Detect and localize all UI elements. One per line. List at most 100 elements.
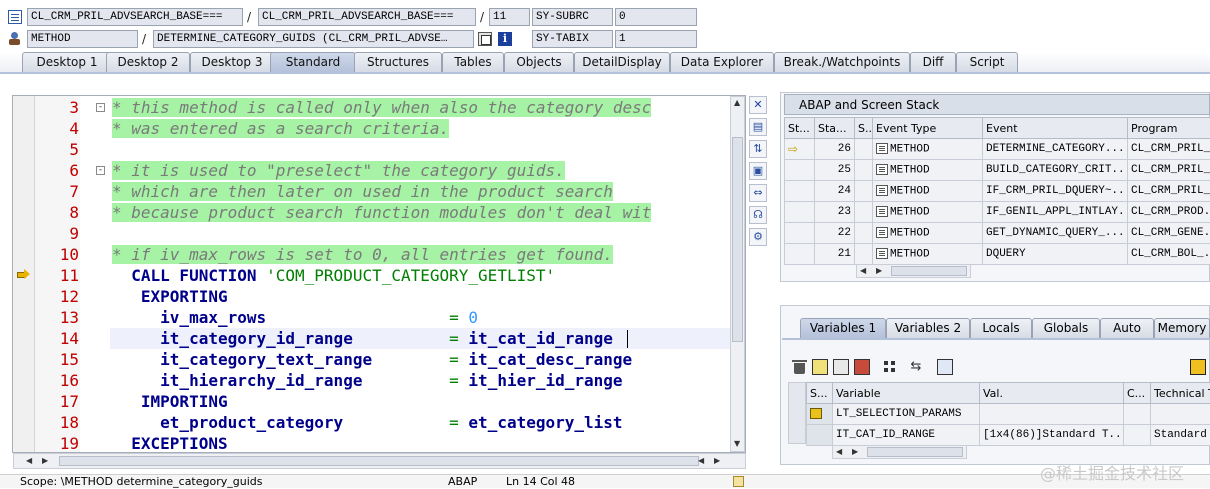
tab-watchpoints[interactable]: Break./Watchpoints	[774, 52, 910, 72]
stack-program[interactable]: CL_CRM_PROD...	[1128, 202, 1210, 223]
code-line[interactable]: EXPORTING	[112, 286, 228, 307]
col-event[interactable]: Event	[983, 118, 1128, 139]
swap-tool-icon[interactable]: ⇅	[749, 140, 767, 158]
close-icon[interactable]: ✕	[749, 96, 767, 114]
stack-status-cell[interactable]	[785, 223, 815, 244]
stack-program[interactable]: CL_CRM_PRIL_...	[1128, 181, 1210, 202]
sysvar-name-field[interactable]: SY-SUBRC	[532, 8, 613, 26]
stack-s-cell[interactable]	[855, 223, 873, 244]
col-s[interactable]: S...	[855, 118, 873, 139]
editor-hscrollbar[interactable]: ◀ ▶ ◀ ▶	[13, 453, 746, 469]
stack-s-cell[interactable]	[855, 160, 873, 181]
tab-memory[interactable]: Memory	[1154, 318, 1210, 338]
resize-icon[interactable]: ⇔	[749, 184, 767, 202]
vscroll-thumb[interactable]	[732, 137, 743, 342]
code-line[interactable]: et_product_category = et_category_list	[112, 412, 623, 433]
code-line[interactable]: it_category_id_range = it_cat_id_range	[112, 328, 613, 349]
stack-level[interactable]: 23	[815, 202, 855, 223]
stack-event[interactable]: DQUERY	[983, 244, 1128, 265]
scroll-left-icon[interactable]: ◀	[860, 266, 866, 276]
stack-program[interactable]: CL_CRM_GENE...	[1128, 223, 1210, 244]
tab-script[interactable]: Script	[956, 52, 1018, 72]
code-line[interactable]: * if iv_max_rows is set to 0, all entrie…	[112, 244, 613, 265]
code-line[interactable]: * because product search function module…	[112, 202, 651, 223]
tab-detaildisplay[interactable]: DetailDisplay	[574, 52, 670, 72]
tab-data-explorer[interactable]: Data Explorer	[670, 52, 774, 72]
include-field[interactable]: CL_CRM_PRIL_ADVSEARCH_BASE===	[258, 8, 476, 26]
table-row[interactable]: LT_SELECTION_PARAMS	[807, 404, 1210, 425]
stack-s-cell[interactable]	[855, 139, 873, 160]
code-line[interactable]: EXCEPTIONS	[112, 433, 228, 454]
stack-program[interactable]: CL_CRM_BOL_...	[1128, 244, 1210, 265]
stack-event[interactable]: DETERMINE_CATEGORY...	[983, 139, 1128, 160]
code-line[interactable]: CALL FUNCTION 'COM_PRODUCT_CATEGORY_GETL…	[112, 265, 555, 286]
stack-status-cell[interactable]	[785, 181, 815, 202]
variable-change[interactable]	[1124, 425, 1151, 446]
hscroll-thumb[interactable]	[59, 456, 699, 466]
sysvar2-name-field[interactable]: SY-TABIX	[532, 30, 613, 48]
save-variables-icon[interactable]	[812, 359, 828, 375]
service-icon[interactable]: ☊	[749, 206, 767, 224]
stack-program[interactable]: CL_CRM_PRIL_...	[1128, 160, 1210, 181]
col-change[interactable]: C...	[1124, 383, 1151, 404]
variable-name[interactable]: LT_SELECTION_PARAMS	[833, 404, 980, 425]
stack-level[interactable]: 25	[815, 160, 855, 181]
navigate-icon[interactable]	[478, 32, 492, 46]
stack-event[interactable]: BUILD_CATEGORY_CRIT...	[983, 160, 1128, 181]
load-variables-icon[interactable]	[833, 359, 849, 375]
program-field[interactable]: CL_CRM_PRIL_ADVSEARCH_BASE===	[27, 8, 243, 26]
stack-event-type[interactable]: METHOD	[873, 139, 983, 160]
col-technical-type[interactable]: Technical T	[1151, 383, 1210, 404]
hierarchy-icon[interactable]	[882, 359, 898, 375]
col-status[interactable]: St...	[785, 118, 815, 139]
variable-name[interactable]: IT_CAT_ID_RANGE	[833, 425, 980, 446]
tab-standard[interactable]: Standard	[270, 52, 356, 72]
sysvar-value-field[interactable]: 0	[615, 8, 697, 26]
tab-objects[interactable]: Objects	[504, 52, 574, 72]
scroll-right-icon[interactable]: ▶	[42, 456, 48, 466]
stack-program[interactable]: CL_CRM_PRIL_...	[1128, 139, 1210, 160]
settings-icon[interactable]: ⚙	[749, 228, 767, 246]
code-line[interactable]: iv_max_rows = 0	[112, 307, 478, 328]
stack-event-type[interactable]: METHOD	[873, 160, 983, 181]
watch-icon[interactable]	[937, 359, 953, 375]
variable-value[interactable]	[980, 404, 1124, 425]
stack-s-cell[interactable]	[855, 244, 873, 265]
status-icon[interactable]	[733, 476, 744, 487]
variable-value[interactable]: [1x4(86)]Standard T...	[980, 425, 1124, 446]
stack-status-cell[interactable]	[785, 160, 815, 181]
variables-hscrollbar[interactable]: ◀ ▶	[832, 445, 967, 459]
tab-locals[interactable]: Locals	[970, 318, 1032, 338]
code-line[interactable]: * it is used to "preselect" the category…	[112, 160, 565, 181]
scroll-right-icon[interactable]: ▶	[852, 447, 858, 457]
table-row[interactable]: 22METHODGET_DYNAMIC_QUERY_...CL_CRM_GENE…	[785, 223, 1210, 244]
table-row[interactable]: ⇨26METHODDETERMINE_CATEGORY...CL_CRM_PRI…	[785, 139, 1210, 160]
editor-vscrollbar[interactable]: ▲ ▼	[730, 96, 745, 452]
tab-globals[interactable]: Globals	[1032, 318, 1100, 338]
col-variable[interactable]: Variable	[833, 383, 980, 404]
stack-hscrollbar[interactable]: ◀ ▶	[856, 264, 971, 278]
scroll-left-icon[interactable]: ◀	[698, 456, 704, 466]
maximize-icon[interactable]: ▣	[749, 162, 767, 180]
tab-variables-2[interactable]: Variables 2	[886, 318, 970, 338]
stack-level[interactable]: 21	[815, 244, 855, 265]
stack-table[interactable]: St... Sta... S... Event Type Event Progr…	[784, 117, 1210, 265]
variables-table[interactable]: S... Variable Val. C... Technical T LT_S…	[806, 382, 1210, 446]
stack-event-type[interactable]: METHOD	[873, 202, 983, 223]
variable-change[interactable]	[1124, 404, 1151, 425]
scroll-left-icon[interactable]: ◀	[26, 456, 32, 466]
stack-s-cell[interactable]	[855, 181, 873, 202]
delete-icon[interactable]	[792, 359, 808, 375]
col-value[interactable]: Val.	[980, 383, 1124, 404]
info-icon[interactable]: i	[498, 32, 512, 46]
col-stack-level[interactable]: Sta...	[815, 118, 855, 139]
code-line[interactable]: * was entered as a search criteria.	[112, 118, 449, 139]
sysvar2-value-field[interactable]: 1	[615, 30, 697, 48]
col-program[interactable]: Program	[1128, 118, 1210, 139]
table-row[interactable]: IT_CAT_ID_RANGE [1x4(86)]Standard T... S…	[807, 425, 1210, 446]
scroll-down-icon[interactable]: ▼	[734, 439, 740, 449]
stack-event[interactable]: IF_GENIL_APPL_INTLAY...	[983, 202, 1128, 223]
stack-status-cell[interactable]	[785, 244, 815, 265]
code-line[interactable]: it_category_text_range = it_cat_desc_ran…	[112, 349, 632, 370]
tab-desktop-2[interactable]: Desktop 2	[106, 52, 190, 72]
